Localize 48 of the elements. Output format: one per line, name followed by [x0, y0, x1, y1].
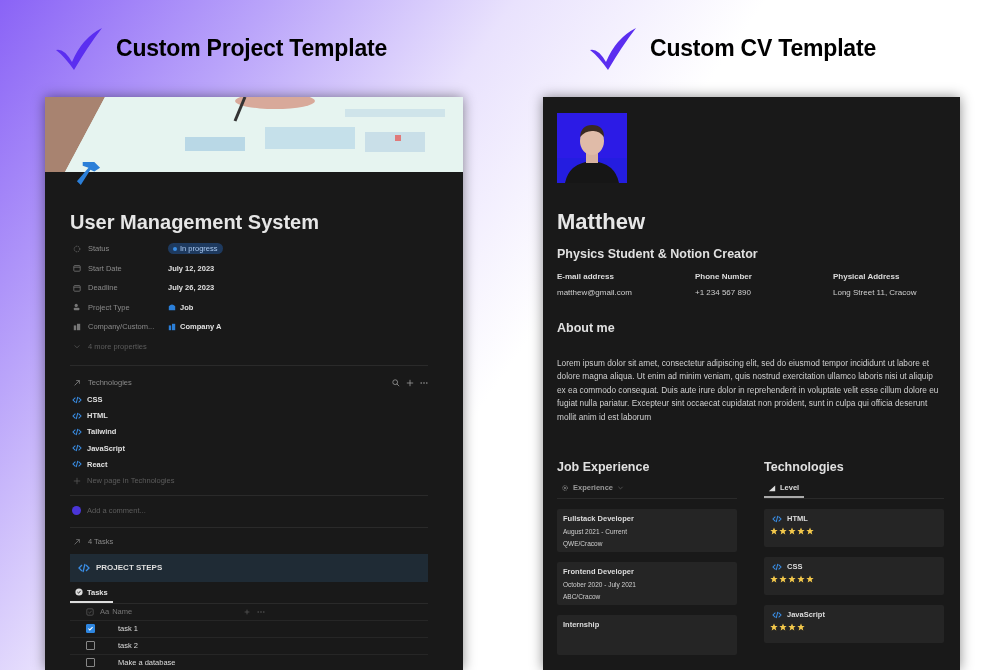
heading: Custom Project Template [116, 35, 388, 62]
calendar-icon [73, 283, 81, 292]
calendar-icon [73, 264, 81, 273]
chevron-icon [617, 484, 625, 492]
contact-value: +1 234 567 890 [695, 288, 752, 297]
code-icon [72, 427, 82, 436]
cv-name: Matthew [557, 209, 646, 235]
section-title: Job Experience [557, 460, 651, 475]
circle-icon [73, 244, 81, 253]
code-icon [72, 444, 82, 453]
check-circle-icon [75, 588, 83, 597]
plus-icon [72, 476, 82, 485]
bar-chart-icon [768, 483, 776, 492]
cv-subtitle: Physics Student & Notion Creator [557, 247, 759, 261]
contact-label: E-mail address [557, 272, 615, 281]
code-icon [72, 411, 82, 420]
about-paragraph: Lorem ipsum dolor sit amet, consectetur adipiscing elit, sed do eiusmod tempor incididunt ut labore et dolore magna aliqua. Ut enim ad minim veniam, quis nostrud exercitation ullamco laboris nisi ut aliquip ex ea commodo consequat. Duis aute irure dolor in reprehenderit in voluptate velit esse cillum dolore eu fugiat nulla pariatur. Excepteur sint occaecat cupidatat non proident, sunt in culpa qui officia deserunt mollit anim id est laborum [557, 357, 940, 424]
avatar [72, 505, 81, 515]
contact-label: Physical Address [833, 272, 901, 281]
contact-label: Phone Number [695, 272, 753, 281]
code-icon [772, 514, 782, 523]
briefcase-icon [168, 303, 176, 312]
code-icon [772, 610, 782, 619]
callout-text: PROJECT STEPS [96, 563, 163, 573]
page-title: User Management System [70, 210, 320, 235]
building-icon [73, 322, 81, 331]
hammer-icon [75, 160, 102, 187]
checkbox-icon [86, 607, 94, 616]
code-icon [72, 460, 82, 469]
search-icon[interactable] [392, 378, 400, 387]
building-icon [168, 322, 176, 331]
code-icon [772, 562, 782, 571]
checkbox[interactable] [86, 641, 95, 651]
arrow-icon [73, 537, 81, 546]
section-title: Technologies [764, 460, 845, 475]
heading: Custom CV Template [650, 35, 876, 62]
chevron-icon [73, 342, 81, 351]
checkbox[interactable] [86, 658, 95, 668]
code-icon [78, 562, 90, 573]
contact-value: matthew@gmail.com [557, 288, 633, 297]
section-title: About me [557, 321, 616, 335]
gear-icon [561, 483, 569, 492]
plus-icon[interactable] [406, 378, 414, 387]
checkbox[interactable] [86, 624, 95, 634]
contact-value: Long Street 11, Cracow [833, 288, 918, 297]
arrow-icon [73, 378, 81, 387]
code-icon [72, 395, 82, 404]
people-icon [73, 303, 81, 312]
